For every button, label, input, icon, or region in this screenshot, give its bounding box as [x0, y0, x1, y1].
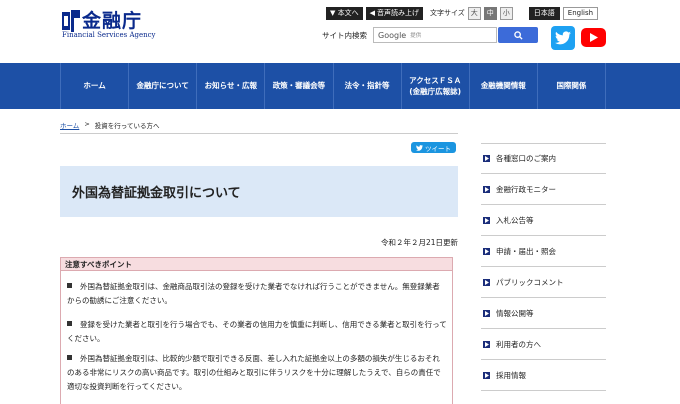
- twitter-link[interactable]: [551, 26, 575, 50]
- sidebar-item-label: パブリックコメント: [496, 277, 564, 287]
- site-logo[interactable]: 金融庁 Financial Services Agency: [60, 8, 160, 39]
- speaker-icon: ◀: [369, 9, 375, 17]
- font-size-label: 文字サイズ: [430, 9, 465, 17]
- site-search-label: サイト内検索: [322, 31, 367, 40]
- nav-item-policy[interactable]: 政策・審議会等: [265, 63, 334, 109]
- notice-heading: 注意すべきポイント: [61, 258, 452, 271]
- search-input[interactable]: Google 提供: [373, 27, 497, 43]
- tweet-button[interactable]: ツイート: [411, 142, 456, 153]
- sidebar-item-label: 情報公開等: [496, 308, 534, 318]
- notice-item: 登録を受けた業者と取引を行う場合でも、その業者の信用力を慎重に判断し、信用できる…: [67, 318, 447, 346]
- breadcrumb-divider: [60, 133, 458, 134]
- sidebar-item-bids[interactable]: 入札公告等: [481, 205, 606, 236]
- page-title: 外国為替証拠金取引について: [72, 186, 241, 201]
- sidebar-item-public-comment[interactable]: パブリックコメント: [481, 267, 606, 298]
- sidebar-item-recruit[interactable]: 採用情報: [481, 360, 606, 391]
- page-title-box: 外国為替証拠金取引について: [60, 166, 458, 217]
- notice-item-text: 登録を受けた業者と取引を行う場合でも、その業者の信用力を慎重に判断し、信用できる…: [67, 320, 447, 343]
- read-aloud-label: 音声読み上げ: [377, 9, 419, 17]
- lang-jp-button[interactable]: 日本語: [528, 6, 560, 20]
- breadcrumb: ホーム > 投資を行っている方へ: [60, 120, 159, 130]
- font-size-small-button[interactable]: 小: [499, 6, 513, 20]
- notice-item-text: 外国為替証拠金取引は、比較的少額で取引できる反面、差し入れた証拠金以上の多額の損…: [67, 354, 441, 391]
- nav-item-institutions[interactable]: 金融機関情報: [470, 63, 538, 109]
- chevron-right-icon: [483, 216, 490, 224]
- search-button[interactable]: [498, 27, 538, 43]
- breadcrumb-current: 投資を行っている方へ: [94, 122, 160, 130]
- bullet-square-icon: [67, 321, 72, 326]
- chevron-right-icon: [483, 247, 490, 255]
- skip-to-content-button[interactable]: ▼ 本文へ: [326, 6, 363, 20]
- sidebar-item-label: 採用情報: [496, 370, 526, 380]
- play-icon: [589, 33, 598, 42]
- chevron-right-icon: [483, 185, 490, 193]
- updated-date: 令和２年２月21日更新: [380, 238, 458, 247]
- lang-en-button[interactable]: English: [562, 6, 599, 20]
- global-nav: ホーム 金融庁について お知らせ・広報 政策・審議会等 法令・指針等 アクセスＦ…: [0, 63, 680, 109]
- sidebar-item-users[interactable]: 利用者の方へ: [481, 329, 606, 360]
- chevron-right-icon: [483, 371, 490, 379]
- notice-item: 外国為替証拠金取引は、金融商品取引法の登録を受けた業者でなければ行うことができま…: [67, 280, 447, 308]
- chevron-right-icon: [483, 309, 490, 317]
- twitter-bird-icon: [555, 31, 571, 45]
- notice-item: 外国為替証拠金取引は、比較的少額で取引できる反面、差し入れた証拠金以上の多額の損…: [67, 352, 447, 394]
- sidebar-item-label: 申請・届出・照会: [496, 246, 556, 256]
- sidebar-item-label: 入札公告等: [496, 215, 534, 225]
- notice-box: 注意すべきポイント 外国為替証拠金取引は、金融商品取引法の登録を受けた業者でなけ…: [60, 257, 453, 404]
- nav-item-about[interactable]: 金融庁について: [129, 63, 198, 109]
- logo-text-jp: 金融庁: [82, 10, 143, 32]
- nav-item-laws[interactable]: 法令・指針等: [334, 63, 402, 109]
- sidebar-menu: 各種窓口のご案内 金融行政モニター 入札公告等 申請・届出・照会 パブリックコメ…: [481, 143, 606, 391]
- nav-item-home[interactable]: ホーム: [61, 63, 130, 109]
- nav-item-news[interactable]: お知らせ・広報: [197, 63, 266, 109]
- breadcrumb-separator: >: [84, 120, 90, 128]
- read-aloud-button[interactable]: ◀ 音声読み上げ: [365, 6, 423, 20]
- font-size-large-button[interactable]: 大: [467, 6, 481, 20]
- font-size-medium-button[interactable]: 中: [483, 6, 497, 20]
- sidebar-item-label: 利用者の方へ: [496, 339, 541, 349]
- nav-item-access-fsa[interactable]: アクセスＦＳＡ (金融庁広報誌): [402, 63, 470, 109]
- search-icon: [513, 30, 523, 40]
- youtube-link[interactable]: [581, 28, 606, 47]
- chevron-right-icon: [483, 340, 490, 348]
- sidebar-item-contact[interactable]: 各種窓口のご案内: [481, 143, 606, 174]
- utility-bar: ▼ 本文へ ◀ 音声読み上げ 文字サイズ 大 中 小 日本語 English: [326, 6, 599, 20]
- google-brand: Google: [378, 30, 407, 40]
- tweet-label: ツイート: [425, 144, 451, 153]
- sidebar-item-disclosure[interactable]: 情報公開等: [481, 298, 606, 329]
- bullet-square-icon: [67, 355, 72, 360]
- sidebar-item-label: 各種窓口のご案内: [496, 154, 556, 163]
- breadcrumb-home-link[interactable]: ホーム: [60, 120, 79, 130]
- notice-item-text: 外国為替証拠金取引は、金融商品取引法の登録を受けた業者でなければ行うことができま…: [67, 282, 440, 305]
- twitter-bird-icon: [416, 144, 423, 151]
- chevron-right-icon: [483, 278, 490, 286]
- sidebar-item-applications[interactable]: 申請・届出・照会: [481, 236, 606, 267]
- bullet-square-icon: [67, 283, 72, 288]
- chevron-right-icon: [483, 155, 490, 162]
- search-placeholder: 提供: [410, 33, 422, 39]
- sidebar-item-monitor[interactable]: 金融行政モニター: [481, 174, 606, 205]
- nav-item-international[interactable]: 国際関係: [538, 63, 606, 109]
- logo-text-en: Financial Services Agency: [62, 31, 156, 39]
- sidebar-item-label: 金融行政モニター: [496, 184, 556, 194]
